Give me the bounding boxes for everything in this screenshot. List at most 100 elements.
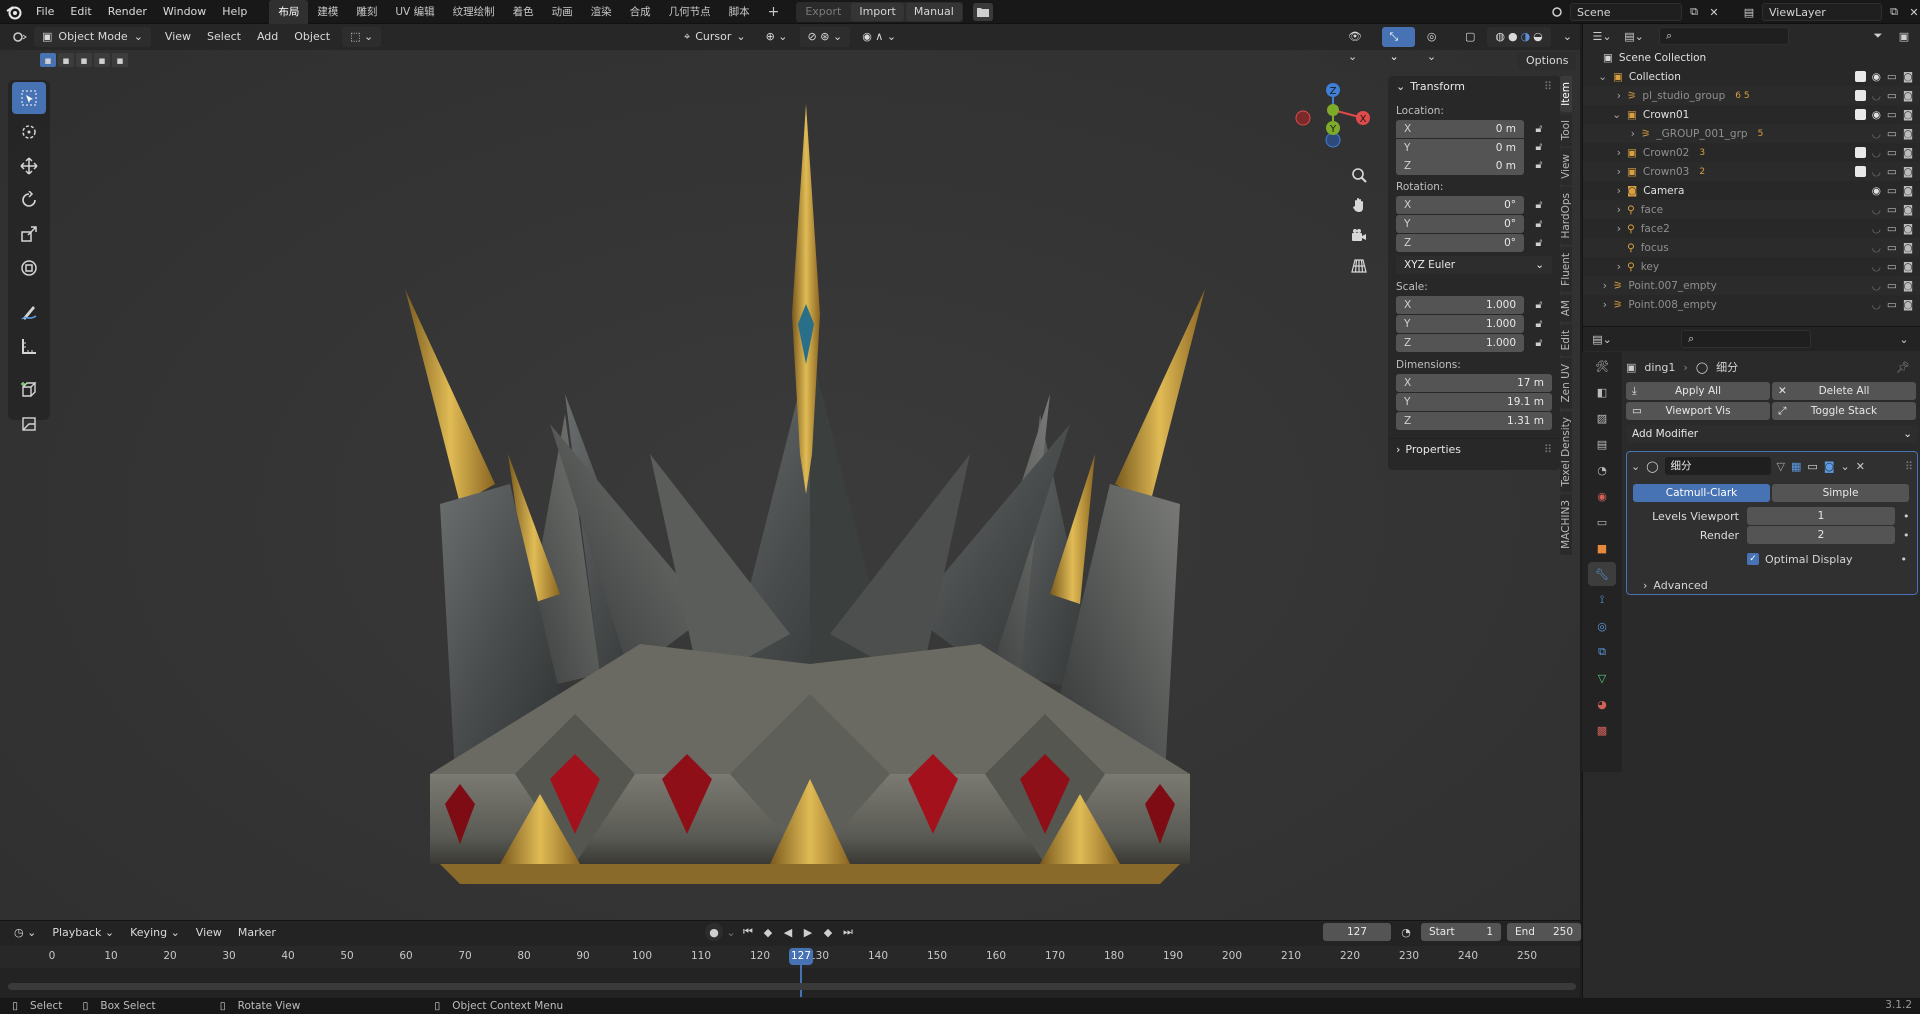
eye-icon[interactable]: ◡ xyxy=(1872,204,1881,216)
play-icon[interactable]: ▶ xyxy=(799,926,817,939)
object-mode-dropdown[interactable]: ▣ Object Mode ⌄ xyxy=(34,27,151,47)
tab-texel-density[interactable]: Texel Density xyxy=(1560,410,1572,493)
lock-icon[interactable]: 🔓︎ xyxy=(1532,217,1546,231)
import-button[interactable]: Import xyxy=(851,2,904,21)
camera-icon[interactable]: ◙ xyxy=(1903,185,1913,197)
add-modifier-dropdown[interactable]: Add Modifier ⌄ xyxy=(1626,425,1918,443)
disclosure-icon[interactable]: › xyxy=(1583,299,1613,311)
collection-properties-icon[interactable]: ▭ xyxy=(1588,510,1616,534)
folder-icon[interactable] xyxy=(972,2,993,21)
disclosure-icon[interactable]: › xyxy=(1583,204,1627,216)
eye-icon[interactable]: ◡ xyxy=(1872,280,1881,292)
outliner-item[interactable]: › ⚞ pl_studio_group 6 5 ◡ ▭ ◙ xyxy=(1583,86,1920,105)
select-invert-icon[interactable]: ▪ xyxy=(112,53,128,67)
camera-icon[interactable]: ◙ xyxy=(1903,299,1913,311)
play-reverse-icon[interactable]: ◀ xyxy=(779,926,797,939)
dimensions-y-field[interactable]: Y 19.1 m xyxy=(1396,393,1552,411)
hand-icon[interactable] xyxy=(1344,190,1374,220)
outliner-item[interactable]: › ⚞ _GROUP_001_grp 5 ◡ ▭ ◙ xyxy=(1583,124,1920,143)
lock-icon[interactable]: 🔓︎ xyxy=(1532,236,1546,250)
material-shading-icon[interactable]: ◑ xyxy=(1521,27,1531,47)
outliner-scene-collection[interactable]: ▣ Scene Collection xyxy=(1583,48,1920,67)
dimensions-x-field[interactable]: X 17 m xyxy=(1396,374,1552,392)
outliner-item[interactable]: › ⚞ Point.007_empty ◡ ▭ ◙ xyxy=(1583,276,1920,295)
monitor-icon[interactable]: ▭ xyxy=(1887,147,1897,159)
transform-panel-header[interactable]: ⌄ Transform ⠿ xyxy=(1388,76,1560,98)
advanced-subpanel-header[interactable]: › Advanced xyxy=(1631,576,1913,594)
select-extend-icon[interactable]: ▪ xyxy=(58,53,74,67)
scene-icon[interactable]: ◔ xyxy=(1588,458,1616,482)
disclosure-icon[interactable]: › xyxy=(1583,280,1613,292)
properties-editor-type-icon[interactable]: ▤⌄ xyxy=(1589,333,1615,346)
eye-icon[interactable]: ◡ xyxy=(1872,147,1881,159)
monitor-icon[interactable]: ▭ xyxy=(1887,299,1897,311)
keyframe-dot-icon[interactable]: • xyxy=(1903,529,1910,542)
menu-window[interactable]: Window xyxy=(155,0,214,24)
lock-icon[interactable]: 🔓︎ xyxy=(1532,140,1546,154)
on-cage-icon[interactable]: ▽ xyxy=(1777,460,1785,473)
timeline-editor-type-icon[interactable]: ◷ ⌄ xyxy=(6,923,44,943)
workspace-tab-geometry-nodes[interactable]: 几何节点 xyxy=(660,0,720,24)
viewlayer-field[interactable]: ViewLayer xyxy=(1762,3,1882,21)
add-workspace-icon[interactable]: + xyxy=(759,0,789,24)
disclosure-icon[interactable]: ⌄ xyxy=(1583,109,1627,121)
particles-icon[interactable]: ⟟ xyxy=(1588,588,1616,612)
monitor-icon[interactable]: ▭ xyxy=(1887,204,1897,216)
wrench-icon[interactable]: 🔧︎ xyxy=(1588,562,1616,586)
simple-button[interactable]: Simple xyxy=(1772,484,1909,502)
outliner-item[interactable]: ⌄ ▣ Collection ◉ ▭ ◙ xyxy=(1583,67,1920,86)
chevron-down-icon[interactable]: ⌄ xyxy=(1841,460,1850,473)
menu-playback[interactable]: Playback ⌄ xyxy=(44,923,122,943)
blender-logo-icon[interactable] xyxy=(0,0,28,24)
scale-x-field[interactable]: X 1.000 xyxy=(1396,296,1524,314)
workspace-tab-texture-paint[interactable]: 纹理绘制 xyxy=(444,0,504,24)
disclosure-icon[interactable]: › xyxy=(1583,147,1627,159)
scene-field[interactable]: Scene xyxy=(1570,3,1682,21)
workspace-tab-modeling[interactable]: 建模 xyxy=(308,0,347,24)
scale-icon[interactable] xyxy=(12,218,46,250)
location-x-field[interactable]: X0 m xyxy=(1396,120,1524,138)
proportional-edit-toggle[interactable]: ◉ ∧ ⌄ xyxy=(854,27,904,47)
scale-y-field[interactable]: Y 1.000 xyxy=(1396,315,1524,333)
display-mode-icon[interactable]: ▤⌄ xyxy=(1621,30,1647,43)
tab-am[interactable]: AM xyxy=(1560,293,1572,322)
transform-icon[interactable] xyxy=(12,252,46,284)
keyframe-dot-icon[interactable]: • xyxy=(1901,553,1908,566)
workspace-tab-scripting[interactable]: 脚本 xyxy=(720,0,759,24)
camera-icon[interactable]: ◙ xyxy=(1903,166,1913,178)
eye-icon[interactable]: ◡ xyxy=(1872,166,1881,178)
rotation-y-field[interactable]: Y 0° xyxy=(1396,215,1524,233)
current-frame-field[interactable]: 127 xyxy=(1323,923,1391,941)
monitor-icon[interactable]: ▭ xyxy=(1887,128,1897,140)
outliner-item[interactable]: › ◙ Camera ◉ ▭ ◙ xyxy=(1583,181,1920,200)
view-layer-icon[interactable]: ▤ xyxy=(1588,432,1616,456)
eye-icon[interactable]: ◉ xyxy=(1872,109,1881,121)
camera-icon[interactable]: ◙ xyxy=(1903,71,1913,83)
exclude-checkbox[interactable] xyxy=(1854,166,1866,177)
workspace-tab-rendering[interactable]: 渲染 xyxy=(582,0,621,24)
outliner-item[interactable]: › ⚲ key ◡ ▭ ◙ xyxy=(1583,257,1920,276)
scene-icon[interactable] xyxy=(1548,6,1566,18)
camera-icon[interactable]: ◙ xyxy=(1903,147,1913,159)
crown-model[interactable] xyxy=(400,74,1220,894)
move-icon[interactable] xyxy=(12,150,46,182)
eye-icon[interactable]: ◡ xyxy=(1872,128,1881,140)
workspace-tab-shading[interactable]: 着色 xyxy=(504,0,543,24)
menu-timeline-view[interactable]: View xyxy=(188,923,230,943)
monitor-icon[interactable]: ▭ xyxy=(1887,185,1897,197)
disclosure-icon[interactable]: ⌄ xyxy=(1583,71,1613,83)
object-properties-icon[interactable]: ■ xyxy=(1588,536,1616,560)
manual-button[interactable]: Manual xyxy=(905,2,962,21)
overlay-toggle[interactable]: ◎ ⌄ xyxy=(1419,27,1453,63)
lock-icon[interactable]: 🔓︎ xyxy=(1532,122,1546,136)
menu-render[interactable]: Render xyxy=(100,0,155,24)
eye-icon[interactable]: ◡ xyxy=(1872,223,1881,235)
location-z-field[interactable]: Z0 m xyxy=(1396,156,1524,175)
outliner-editor-type-icon[interactable]: ☰⌄ xyxy=(1589,30,1615,43)
select-box-icon[interactable] xyxy=(12,82,46,114)
location-y-field[interactable]: Y0 m xyxy=(1396,138,1524,157)
tab-view[interactable]: View xyxy=(1560,148,1572,186)
new-viewlayer-icon[interactable]: ⧉ xyxy=(1886,5,1902,19)
menu-keying[interactable]: Keying ⌄ xyxy=(122,923,188,943)
menu-view[interactable]: View xyxy=(157,27,199,47)
